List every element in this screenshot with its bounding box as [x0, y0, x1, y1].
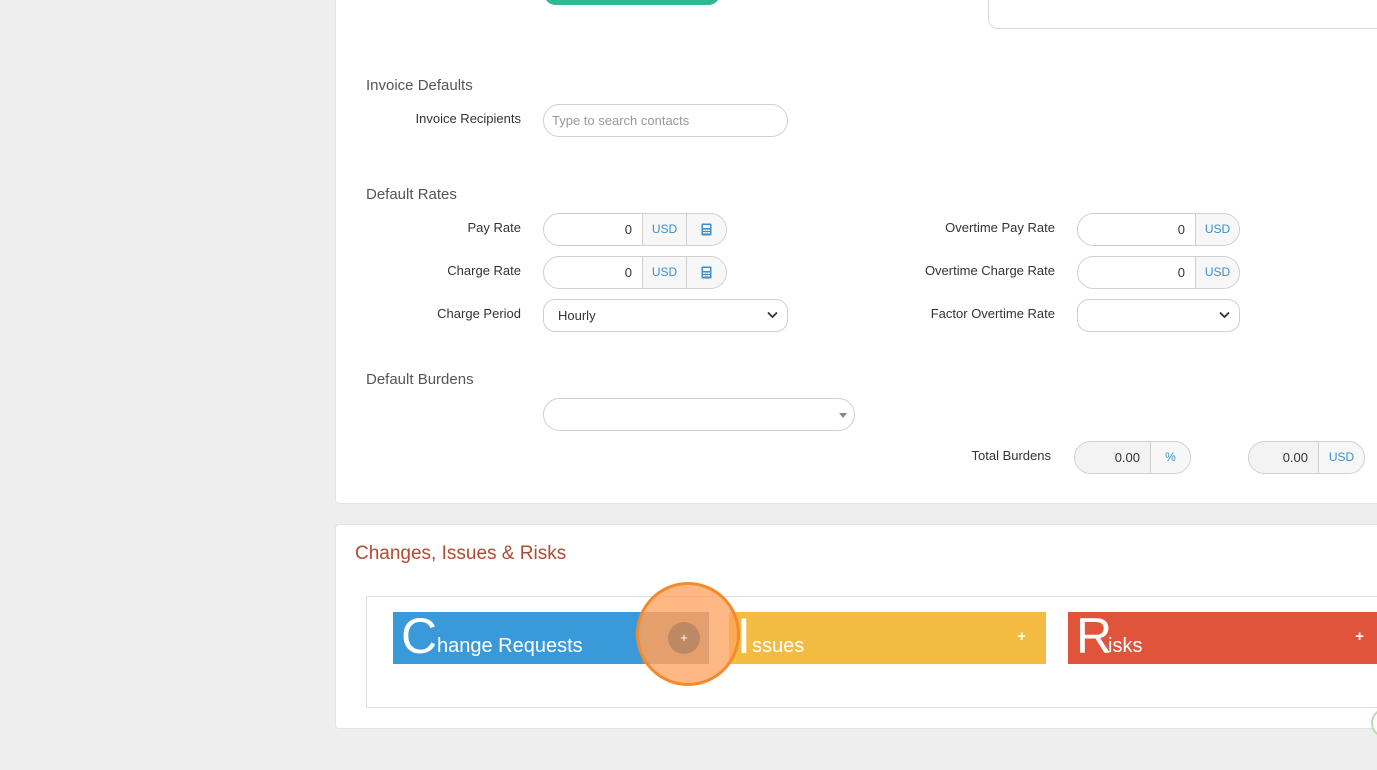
plus-icon[interactable]: +	[668, 622, 700, 654]
invoice-recipients-input[interactable]: Type to search contacts	[543, 104, 788, 137]
overtime-pay-rate-label: Overtime Pay Rate	[945, 220, 1055, 235]
chevron-down-icon	[767, 311, 778, 319]
overtime-pay-rate-currency: USD	[1195, 214, 1239, 245]
invoice-defaults-title: Invoice Defaults	[366, 77, 473, 94]
percent-addon: %	[1150, 442, 1190, 473]
overtime-pay-rate-group: 0 USD	[1077, 213, 1240, 246]
chevron-down-icon	[1219, 311, 1230, 319]
overtime-pay-rate-input[interactable]: 0	[1078, 214, 1195, 245]
rates-panel	[335, 0, 1377, 504]
burdens-select[interactable]	[543, 398, 855, 431]
overtime-charge-rate-input[interactable]: 0	[1078, 257, 1195, 288]
pay-rate-label: Pay Rate	[467, 220, 521, 235]
charge-rate-group: 0 USD	[543, 256, 727, 289]
tile-initial: C	[401, 612, 438, 664]
tile-label: ssues	[752, 635, 805, 657]
charge-period-value: Hourly	[558, 308, 596, 323]
pay-rate-input[interactable]: 0	[544, 214, 642, 245]
factor-overtime-rate-label: Factor Overtime Rate	[930, 306, 1055, 321]
total-burdens-amount-group: 0.00 USD	[1248, 441, 1365, 474]
charge-period-select[interactable]: Hourly	[543, 299, 788, 332]
invoice-recipients-label: Invoice Recipients	[415, 111, 522, 126]
amount-currency-addon: USD	[1318, 442, 1364, 473]
risks-tile[interactable]: R isks +	[1068, 612, 1377, 664]
primary-action-button[interactable]	[544, 0, 720, 5]
total-burdens-amount: 0.00	[1249, 442, 1318, 473]
tile-initial: R	[1076, 612, 1113, 664]
changes-issues-risks-title: Changes, Issues & Risks	[355, 543, 567, 564]
calculator-icon[interactable]	[686, 257, 726, 288]
tile-label: isks	[1108, 635, 1143, 657]
top-right-box	[988, 0, 1377, 29]
pay-rate-currency: USD	[642, 214, 686, 245]
charge-rate-label: Charge Rate	[447, 263, 521, 278]
caret-down-icon	[839, 413, 847, 418]
charge-period-label: Charge Period	[437, 306, 521, 321]
charge-rate-currency: USD	[642, 257, 686, 288]
overtime-charge-rate-group: 0 USD	[1077, 256, 1240, 289]
total-burdens-percent: 0.00	[1075, 442, 1150, 473]
plus-icon[interactable]: +	[1017, 628, 1026, 645]
calculator-icon[interactable]	[686, 214, 726, 245]
plus-icon[interactable]: +	[1355, 628, 1364, 645]
default-rates-title: Default Rates	[366, 186, 457, 203]
factor-overtime-rate-select[interactable]	[1077, 299, 1240, 332]
overtime-charge-rate-label: Overtime Charge Rate	[924, 263, 1055, 278]
pay-rate-group: 0 USD	[543, 213, 727, 246]
total-burdens-percent-group: 0.00 %	[1074, 441, 1191, 474]
total-burdens-label: Total Burdens	[971, 448, 1052, 463]
tile-label: hange Requests	[437, 635, 583, 657]
charge-rate-input[interactable]: 0	[544, 257, 642, 288]
overtime-charge-rate-currency: USD	[1195, 257, 1239, 288]
issues-tile[interactable]: I ssues +	[729, 612, 1046, 664]
default-burdens-title: Default Burdens	[366, 371, 474, 388]
